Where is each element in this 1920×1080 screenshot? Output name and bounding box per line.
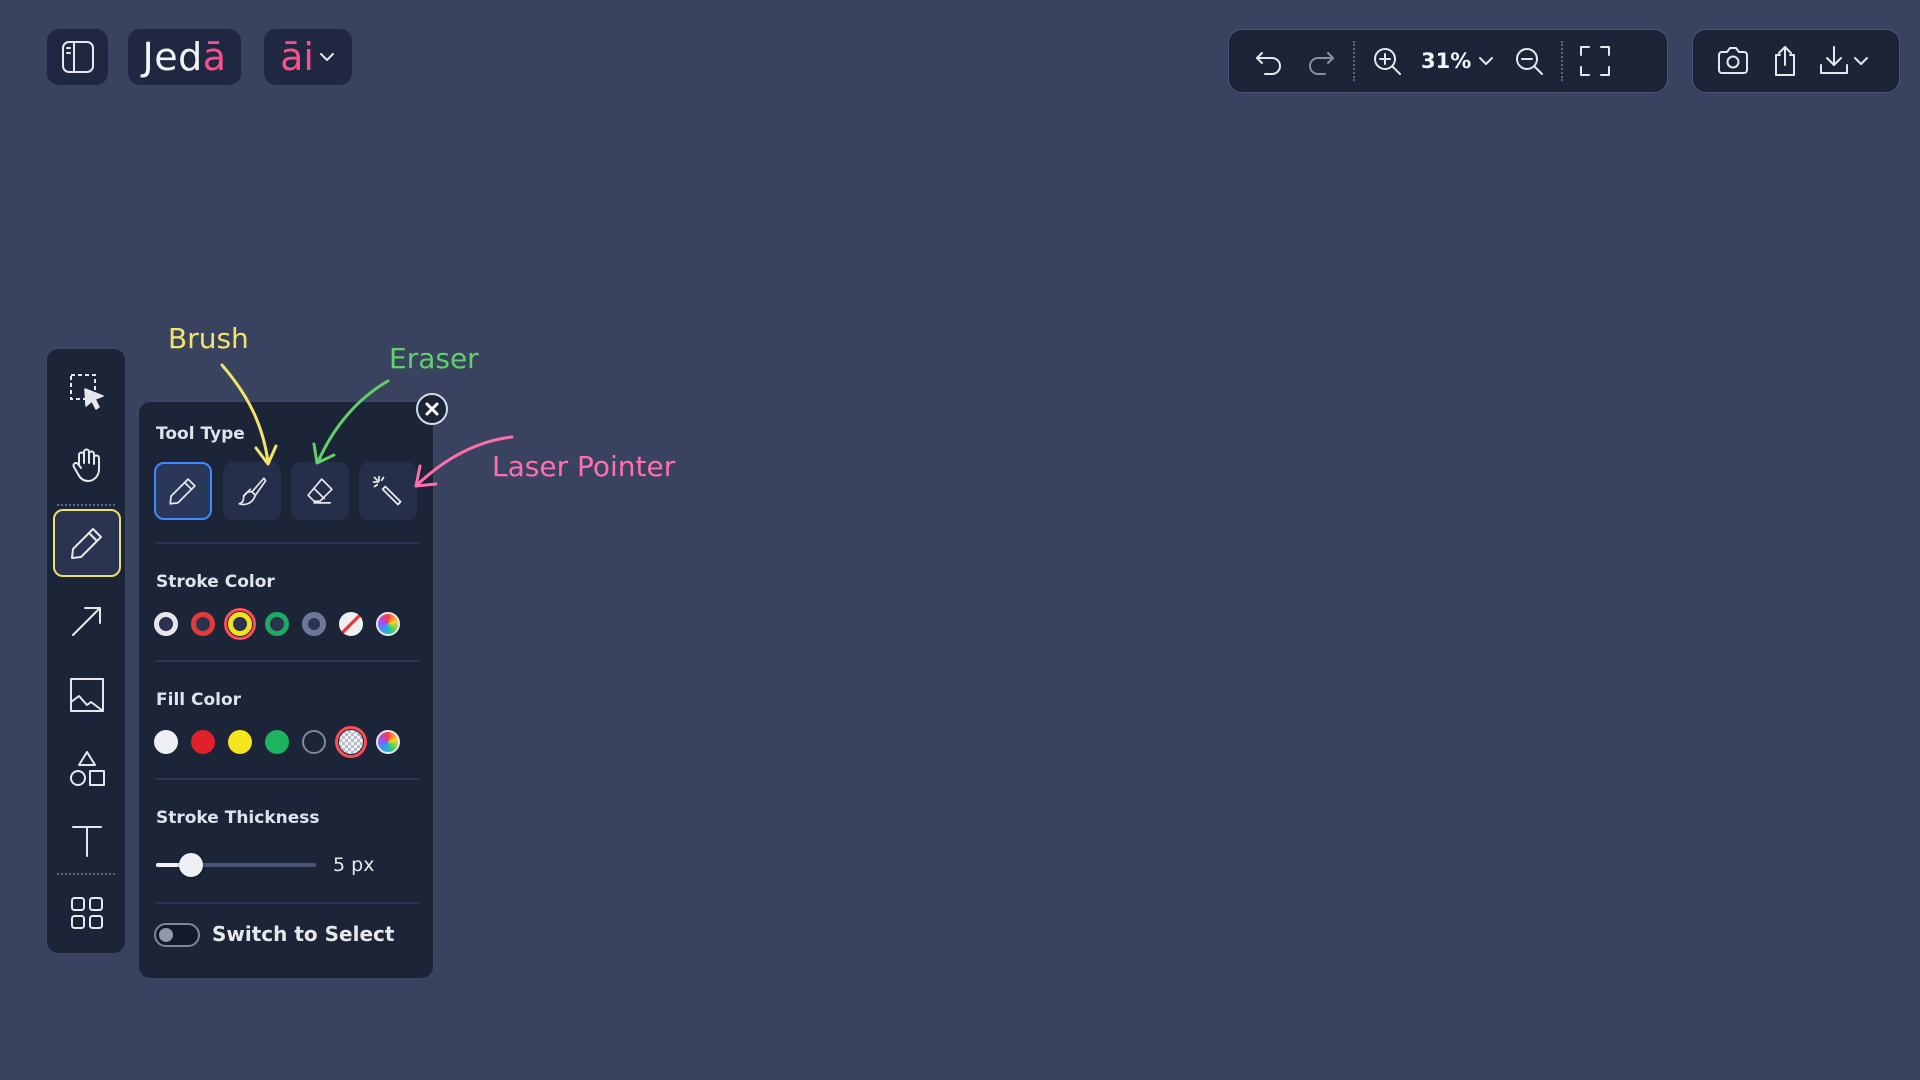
brush-annotation-label: Brush bbox=[168, 322, 249, 355]
eraser-annotation-label: Eraser bbox=[389, 342, 479, 375]
annotation-arrows bbox=[220, 363, 514, 488]
eraser-annotation-arrow bbox=[312, 379, 390, 465]
brush-annotation-arrow bbox=[220, 363, 278, 466]
laser-annotation-label: Laser Pointer bbox=[492, 450, 676, 483]
